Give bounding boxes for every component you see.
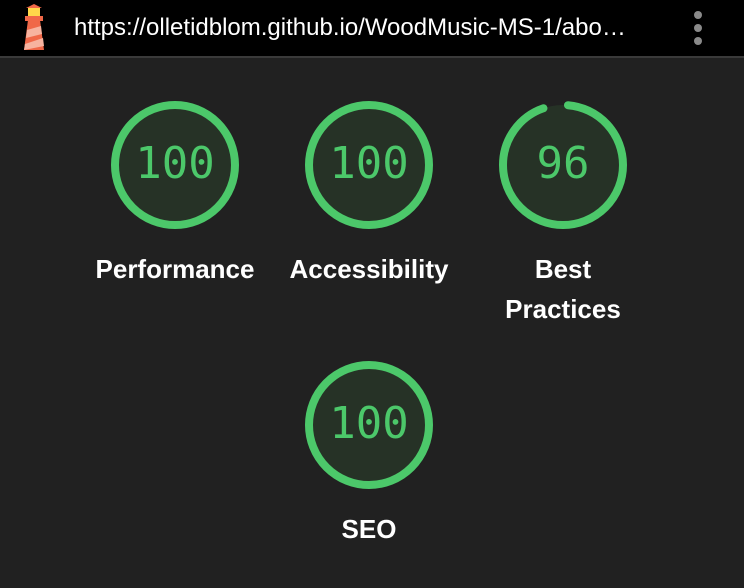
gauge-label: Performance [95,254,255,284]
lighthouse-icon [24,4,44,50]
gauge-label: SEO [341,514,397,544]
gauge-score: 100 [329,398,409,449]
gauge-score: 100 [329,138,409,189]
gauge-label: Accessibility [289,254,449,284]
gauge-score: 96 [536,138,590,189]
page-url: https://olletidblom.github.io/WoodMusic-… [74,14,626,41]
gauge-label: Best Practices [505,254,621,324]
report-header: https://olletidblom.github.io/WoodMusic-… [0,0,744,58]
kebab-menu-icon[interactable] [684,8,712,48]
gauge-score: 100 [135,138,215,189]
